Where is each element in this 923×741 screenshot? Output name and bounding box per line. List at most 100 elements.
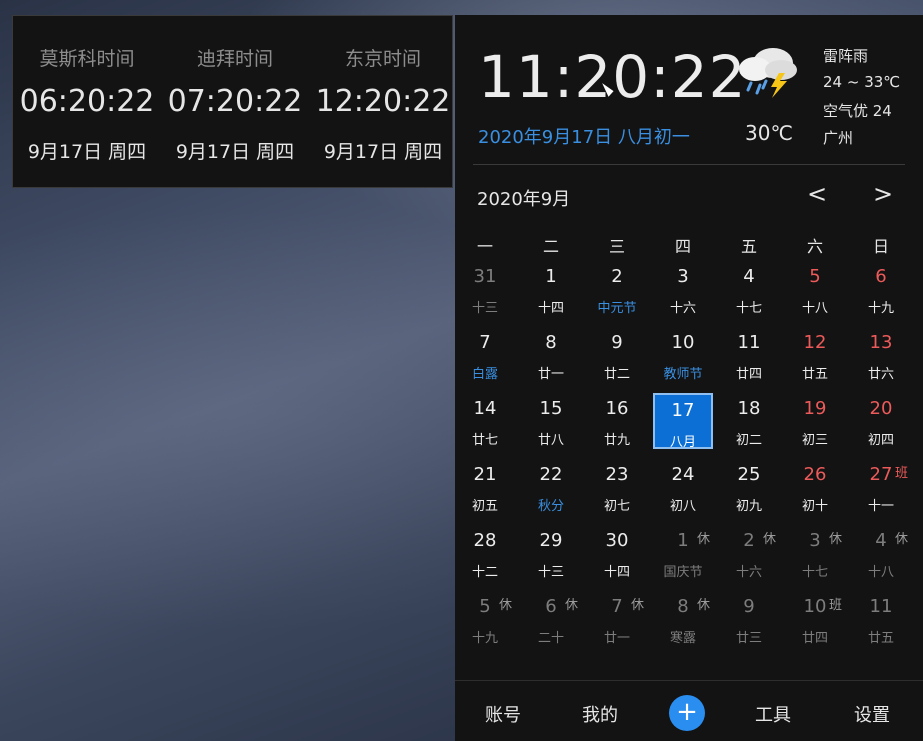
- day-number: 9: [611, 332, 623, 353]
- holiday-badge: 休: [565, 598, 579, 613]
- calendar-day[interactable]: 13 廿六: [851, 327, 911, 383]
- calendar-day[interactable]: 26 初十: [785, 459, 845, 515]
- calendar-day[interactable]: 16 廿九: [587, 393, 647, 449]
- calendar-day-today[interactable]: 17 八月: [653, 393, 713, 450]
- air-quality: 空气优 24: [823, 102, 892, 120]
- calendar-day[interactable]: 3 十七休: [785, 525, 845, 581]
- calendar-day[interactable]: 4 十八休: [851, 525, 911, 581]
- day-number: 4: [743, 266, 755, 287]
- calendar-day[interactable]: 10 廿四班: [785, 591, 845, 647]
- day-number: 16: [605, 398, 629, 419]
- weekday-header: 一 二 三 四 五 六 日: [455, 233, 923, 256]
- calendar-grid: 31 十三 1 十四 2 中元节 3 十六 4 十七 5 十八 6 十九 7 白露 8 廿一 9 廿二 10 教师节 11 廿…: [455, 261, 923, 657]
- calendar-day[interactable]: 7 廿一休: [587, 591, 647, 647]
- day-number: 31: [473, 266, 497, 287]
- lunar-label: 十四: [537, 301, 564, 316]
- calendar-day[interactable]: 1 国庆节休: [653, 525, 713, 581]
- calendar-day[interactable]: 24 初八: [653, 459, 713, 515]
- day-number: 17: [671, 400, 695, 421]
- weekday-label: 六: [806, 237, 823, 256]
- calendar-day[interactable]: 21 初五: [455, 459, 515, 515]
- calendar-day[interactable]: 27 十一班: [851, 459, 911, 515]
- day-number: 23: [605, 464, 629, 485]
- add-button[interactable]: +: [669, 695, 705, 731]
- day-number: 25: [737, 464, 761, 485]
- lunar-label: 初八: [669, 499, 696, 514]
- world-clock-date: 9月17日 周四: [323, 141, 443, 163]
- thunderstorm-rain-icon[interactable]: [735, 43, 801, 99]
- world-clock-city: 东京时间: [344, 48, 421, 70]
- calendar-day[interactable]: 11 廿四: [719, 327, 779, 383]
- calendar-day[interactable]: 8 寒露休: [653, 591, 713, 647]
- calendar-day[interactable]: 11 廿五: [851, 591, 911, 647]
- calendar-day[interactable]: 22 秋分: [521, 459, 581, 515]
- calendar-day[interactable]: 18 初二: [719, 393, 779, 449]
- weekday-label: 三: [608, 237, 625, 256]
- calendar-day[interactable]: 25 初九: [719, 459, 779, 515]
- weather-condition: 雷阵雨: [823, 47, 869, 65]
- calendar-day[interactable]: 2 中元节: [587, 261, 647, 317]
- calendar-day[interactable]: 6 二十休: [521, 591, 581, 647]
- lunar-label: 廿四: [801, 631, 828, 646]
- calendar-day[interactable]: 5 十九休: [455, 591, 515, 647]
- lunar-label: 初七: [603, 499, 630, 514]
- world-clock-time: 12:20:22: [315, 84, 451, 119]
- weather-city[interactable]: 广州: [823, 127, 853, 148]
- calendar-day[interactable]: 23 初七: [587, 459, 647, 515]
- calendar-day[interactable]: 2 十六休: [719, 525, 779, 581]
- settings-button[interactable]: 设置: [854, 701, 890, 727]
- month-title[interactable]: 2020年9月: [477, 185, 570, 211]
- world-clock-date: 9月17日 周四: [175, 141, 295, 163]
- lunar-label: 廿六: [867, 367, 894, 382]
- lunar-label: 初二: [735, 433, 762, 448]
- tools-button[interactable]: 工具: [755, 701, 791, 727]
- lunar-label: 廿五: [867, 631, 894, 646]
- lunar-label: 初三: [801, 433, 828, 448]
- holiday-badge: 休: [631, 598, 645, 613]
- calendar-day[interactable]: 30 十四: [587, 525, 647, 581]
- lunar-label: 初十: [801, 499, 828, 514]
- lunar-label: 初九: [735, 499, 762, 514]
- calendar-day[interactable]: 14 廿七: [455, 393, 515, 449]
- calendar-day[interactable]: 8 廿一: [521, 327, 581, 383]
- account-button[interactable]: 账号: [485, 701, 521, 727]
- calendar-day[interactable]: 7 白露: [455, 327, 515, 383]
- calendar-day[interactable]: 20 初四: [851, 393, 911, 449]
- day-number: 9: [743, 596, 755, 617]
- world-clock-date: 9月17日 周四: [27, 141, 147, 163]
- lunar-label: 十二: [471, 565, 498, 580]
- calendar-day[interactable]: 15 廿八: [521, 393, 581, 449]
- calendar-day[interactable]: 1 十四: [521, 261, 581, 317]
- calendar-day[interactable]: 6 十九: [851, 261, 911, 317]
- calendar-day[interactable]: 10 教师节: [653, 327, 713, 383]
- calendar-day[interactable]: 9 廿三: [719, 591, 779, 647]
- mine-button[interactable]: 我的: [582, 701, 618, 727]
- calendar-day[interactable]: 3 十六: [653, 261, 713, 317]
- calendar-day[interactable]: 9 廿二: [587, 327, 647, 383]
- calendar-day[interactable]: 31 十三: [455, 261, 515, 317]
- calendar-day[interactable]: 29 十三: [521, 525, 581, 581]
- lunar-label: 十九: [471, 631, 498, 646]
- calendar-day[interactable]: 19 初三: [785, 393, 845, 449]
- current-date-lunar[interactable]: 2020年9月17日 八月初一: [478, 123, 690, 149]
- calendar-day[interactable]: 5 十八: [785, 261, 845, 317]
- calendar-day[interactable]: 12 廿五: [785, 327, 845, 383]
- calendar-day[interactable]: 4 十七: [719, 261, 779, 317]
- lunar-label: 廿一: [603, 631, 630, 646]
- prev-month-button[interactable]: <: [807, 180, 827, 208]
- calendar-day[interactable]: 28 十二: [455, 525, 515, 581]
- day-number: 11: [869, 596, 893, 617]
- next-month-button[interactable]: >: [873, 180, 893, 208]
- day-number: 13: [869, 332, 893, 353]
- weekday-label: 五: [740, 237, 757, 256]
- lunar-label: 中元节: [597, 301, 637, 316]
- lunar-label: 十八: [801, 301, 828, 316]
- lunar-label: 十七: [735, 301, 762, 316]
- day-number: 18: [737, 398, 761, 419]
- world-clock-time: 07:20:22: [167, 84, 303, 119]
- day-number: 2: [611, 266, 623, 287]
- temperature-range: 24 ~ 33℃: [823, 73, 901, 91]
- day-number: 7: [479, 332, 491, 353]
- weekday-label: 日: [872, 237, 889, 256]
- day-number: 30: [605, 530, 629, 551]
